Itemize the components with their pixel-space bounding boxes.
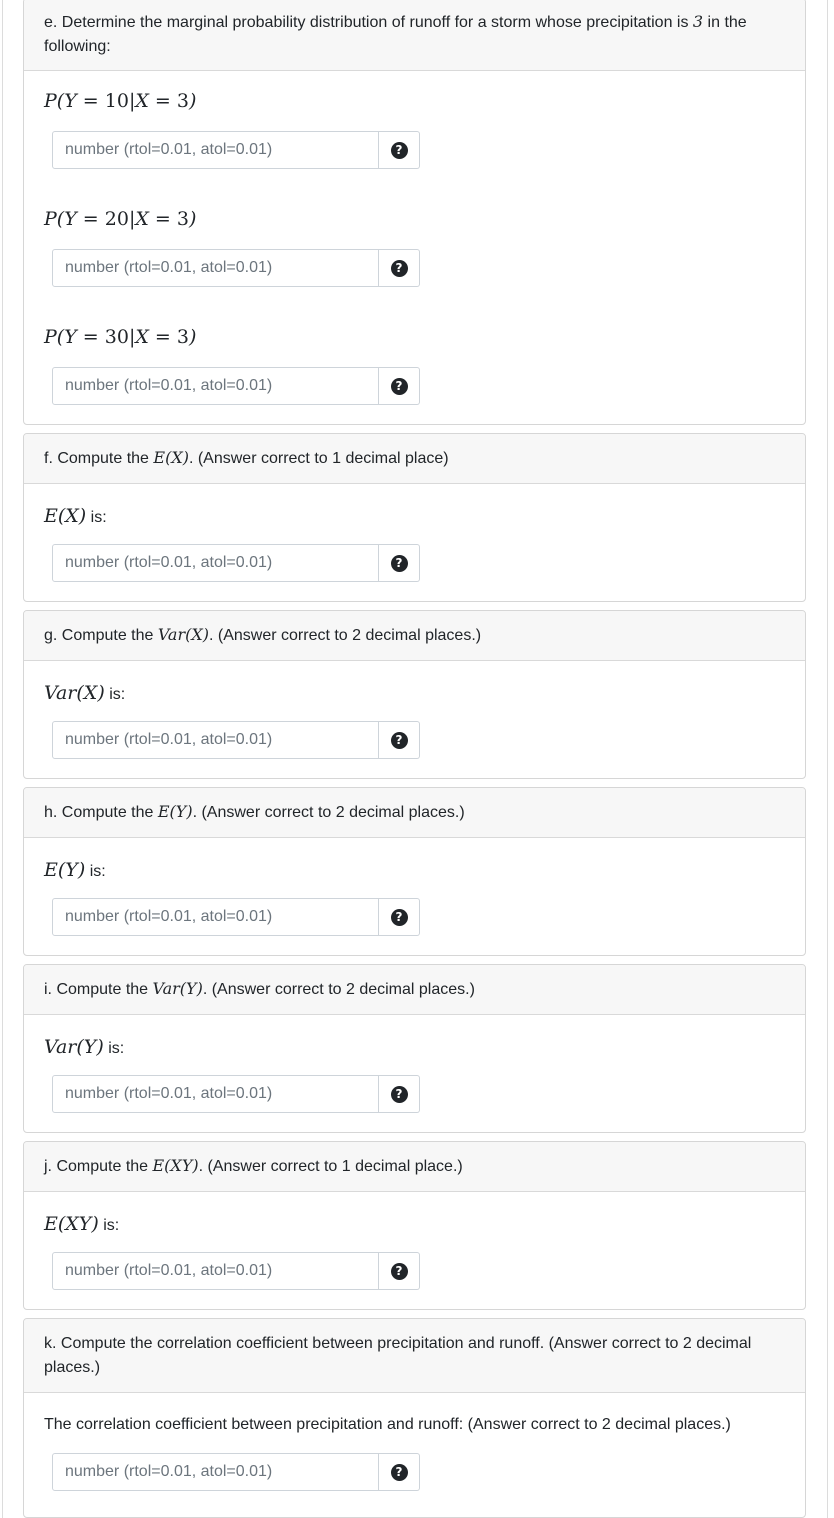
help-button[interactable]: ? — [379, 1252, 420, 1290]
answer-input-group: ? — [52, 249, 420, 287]
question-card-e: e. Determine the marginal probability di… — [23, 0, 806, 425]
question-header-text: f. Compute the E(X). (Answer correct to … — [44, 448, 449, 467]
help-button[interactable]: ? — [379, 249, 420, 287]
help-question-icon: ? — [390, 141, 408, 159]
answer-input-group: ? — [52, 1075, 420, 1113]
answer-input-e3[interactable] — [52, 367, 379, 405]
answer-label-i: Var(Y) is: — [44, 1036, 125, 1058]
question-header-g: g. Compute the Var(X). (Answer correct t… — [24, 611, 805, 661]
help-button[interactable]: ? — [379, 544, 420, 582]
question-header-text: i. Compute the Var(Y). (Answer correct t… — [44, 979, 475, 998]
question-card-i: i. Compute the Var(Y). (Answer correct t… — [23, 964, 806, 1133]
answer-input-group: ? — [52, 721, 420, 759]
help-button[interactable]: ? — [379, 131, 420, 169]
help-question-icon: ? — [390, 1262, 408, 1280]
answer-input-group: ? — [52, 544, 420, 582]
help-button[interactable]: ? — [379, 721, 420, 759]
prob-label-y30: P(Y = 30|X = 3) — [44, 326, 197, 348]
answer-input-i[interactable] — [52, 1075, 379, 1113]
answer-input-group: ? — [52, 898, 420, 936]
answer-label-j: E(XY) is: — [44, 1213, 120, 1235]
answer-input-group: ? — [52, 1453, 420, 1491]
question-card-f: f. Compute the E(X). (Answer correct to … — [23, 433, 806, 602]
question-card-h: h. Compute the E(Y). (Answer correct to … — [23, 787, 806, 956]
answer-input-h[interactable] — [52, 898, 379, 936]
question-header-j: j. Compute the E(XY). (Answer correct to… — [24, 1142, 805, 1192]
help-question-icon: ? — [390, 554, 408, 572]
question-header-e: e. Determine the marginal probability di… — [24, 0, 805, 71]
question-header-h: h. Compute the E(Y). (Answer correct to … — [24, 788, 805, 838]
answer-label-h: E(Y) is: — [44, 859, 106, 881]
question-header-text: k. Compute the correlation coefficient b… — [44, 1334, 752, 1376]
help-question-icon: ? — [390, 259, 408, 277]
help-question-icon: ? — [390, 1085, 408, 1103]
answer-input-g[interactable] — [52, 721, 379, 759]
question-card-j: j. Compute the E(XY). (Answer correct to… — [23, 1141, 806, 1310]
question-header-text: h. Compute the E(Y). (Answer correct to … — [44, 802, 465, 821]
answer-input-group: ? — [52, 131, 420, 169]
answer-input-e2[interactable] — [52, 249, 379, 287]
help-button[interactable]: ? — [379, 1075, 420, 1113]
prob-label-y20: P(Y = 20|X = 3) — [44, 208, 197, 230]
answer-label-g: Var(X) is: — [44, 682, 126, 704]
question-header-text: g. Compute the Var(X). (Answer correct t… — [44, 625, 482, 644]
help-question-icon: ? — [390, 908, 408, 926]
help-button[interactable]: ? — [379, 898, 420, 936]
answer-input-group: ? — [52, 1252, 420, 1290]
prob-label-y10: P(Y = 10|X = 3) — [44, 90, 197, 112]
help-button[interactable]: ? — [379, 1453, 420, 1491]
answer-label-f: E(X) is: — [44, 505, 107, 527]
help-question-icon: ? — [390, 731, 408, 749]
question-card-g: g. Compute the Var(X). (Answer correct t… — [23, 610, 806, 779]
answer-input-j[interactable] — [52, 1252, 379, 1290]
question-card-k: k. Compute the correlation coefficient b… — [23, 1318, 806, 1518]
answer-input-k[interactable] — [52, 1453, 379, 1491]
question-header-k: k. Compute the correlation coefficient b… — [24, 1319, 805, 1393]
help-question-icon: ? — [390, 377, 408, 395]
answer-label-k: The correlation coefficient between prec… — [44, 1416, 731, 1433]
question-header-i: i. Compute the Var(Y). (Answer correct t… — [24, 965, 805, 1015]
question-header-text: j. Compute the E(XY). (Answer correct to… — [44, 1156, 463, 1175]
answer-input-group: ? — [52, 367, 420, 405]
answer-input-f[interactable] — [52, 544, 379, 582]
question-header-text: e. Determine the marginal probability di… — [44, 12, 747, 55]
help-button[interactable]: ? — [379, 367, 420, 405]
question-header-f: f. Compute the E(X). (Answer correct to … — [24, 434, 805, 484]
help-question-icon: ? — [390, 1463, 408, 1481]
answer-input-e1[interactable] — [52, 131, 379, 169]
